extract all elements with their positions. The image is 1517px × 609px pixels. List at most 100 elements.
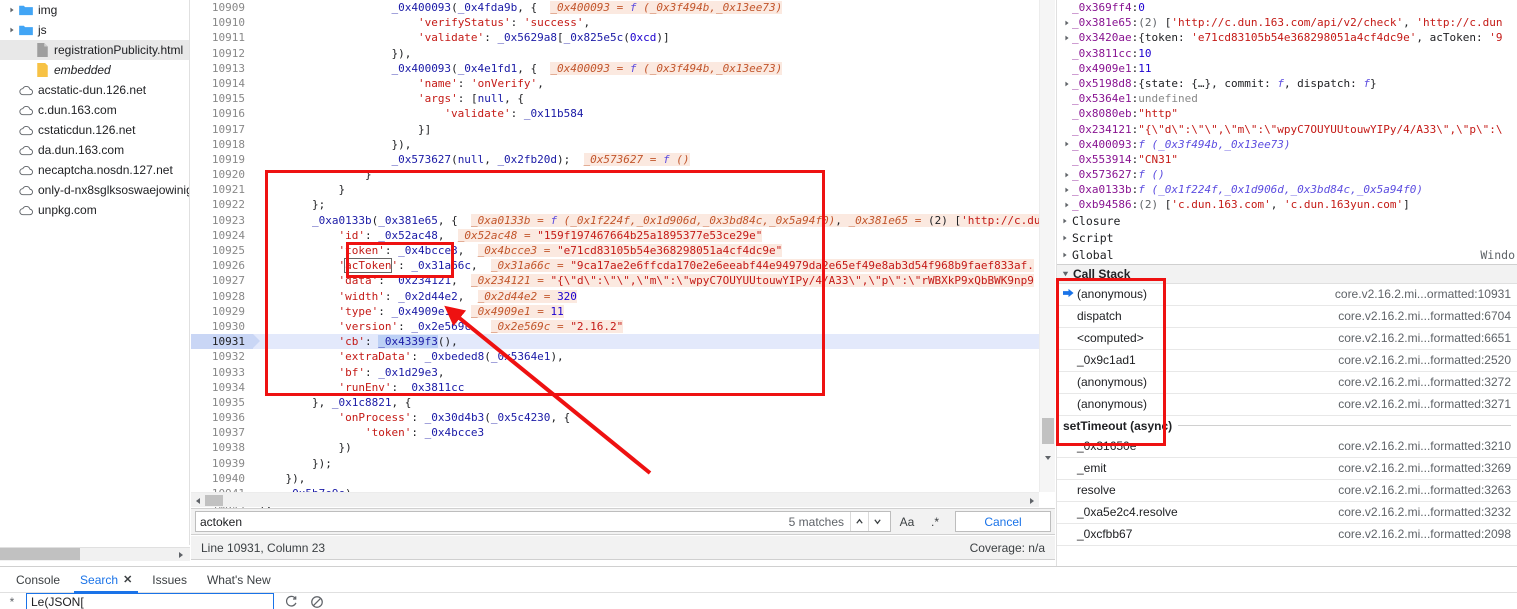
scope-variable-value[interactable]: f (_0x3f494b,_0x13ee73) <box>1138 137 1290 152</box>
code-line-text[interactable]: 'cb': _0x4339f3(), <box>253 334 1039 349</box>
file-tree-item[interactable]: c.dun.163.com <box>0 100 189 120</box>
code-line-text[interactable]: }); <box>253 456 1039 471</box>
find-cancel-button[interactable]: Cancel <box>955 511 1051 532</box>
code-line[interactable]: 10926 'acToken': _0x31a66c, _0x31a66c = … <box>191 258 1039 274</box>
code-line[interactable]: 10929 'type': _0x4909e1, _0x4909e1 = 11 <box>191 303 1039 319</box>
file-tree-item[interactable]: img <box>0 0 189 20</box>
source-code-editor[interactable]: 10909 _0x400093(_0x4fda9b, { _0x400093 =… <box>191 0 1039 508</box>
code-line[interactable]: 10936 'onProcess': _0x30d4b3(_0x5c4230, … <box>191 410 1039 426</box>
file-tree-item[interactable]: cstaticdun.126.net <box>0 120 189 140</box>
line-number[interactable]: 10927 <box>191 273 253 289</box>
code-line[interactable]: 10939 }); <box>191 455 1039 471</box>
scope-variable-value[interactable]: 10 <box>1138 46 1151 61</box>
editor-scroll-down-icon[interactable] <box>1043 452 1053 466</box>
code-line-text[interactable]: 'version': _0x2e569c, _0x2e569c = "2.16.… <box>253 319 1039 334</box>
chevron-right-icon[interactable] <box>6 26 18 34</box>
scope-variable-list[interactable]: _0x369ff4: 0 _0x381e65: (2) ['http://c.du… <box>1057 0 1517 213</box>
code-line-text[interactable]: } <box>253 167 1039 182</box>
scope-group-list[interactable]: Closure Script Global Windo <box>1057 213 1517 264</box>
code-line[interactable]: 10940 }), <box>191 470 1039 486</box>
scope-variable-row[interactable]: _0xb94586: (2) ['c.dun.163.com', 'c.dun.… <box>1057 197 1517 212</box>
line-number[interactable]: 10921 <box>191 182 253 198</box>
code-line-text[interactable]: }) <box>253 440 1039 455</box>
call-stack-frame[interactable]: resolve core.v2.16.2.mi...formatted:3263 <box>1057 480 1517 502</box>
scope-variable-row[interactable]: _0x381e65: (2) ['http://c.dun.163.com/ap… <box>1057 15 1517 30</box>
scope-variable-row[interactable]: _0x234121: "{\"d\":\"\",\"m\":\"wpyC7OUY… <box>1057 122 1517 137</box>
code-line-text[interactable]: 'data': 0x234121, _0x234121 = "{\"d\":\"… <box>253 273 1039 288</box>
drawer-tab[interactable]: Console <box>6 567 70 593</box>
line-number[interactable]: 10912 <box>191 45 253 61</box>
call-stack-frame[interactable]: _0x31650e core.v2.16.2.mi...formatted:321… <box>1057 436 1517 458</box>
call-stack-frame-location[interactable]: core.v2.16.2.mi...formatted:6704 <box>1338 309 1517 323</box>
chevron-right-icon[interactable] <box>1061 19 1072 27</box>
scope-group-row[interactable]: Script <box>1057 230 1517 247</box>
call-stack-frame[interactable]: _0xcfbb67 core.v2.16.2.mi...formatted:209… <box>1057 524 1517 546</box>
refresh-icon[interactable] <box>282 594 300 609</box>
line-number[interactable]: 10936 <box>191 410 253 426</box>
code-line-text[interactable]: }), <box>253 137 1039 152</box>
code-line-text[interactable]: 'validate': _0x5629a8[_0x825e5c(0xcd)] <box>253 30 1039 45</box>
scope-variable-value[interactable]: "http" <box>1138 106 1178 121</box>
find-input[interactable] <box>200 512 789 531</box>
find-match-case-button[interactable]: Aa <box>895 510 919 534</box>
scope-variable-value[interactable]: f () <box>1138 167 1165 182</box>
coverage-label[interactable]: Coverage: n/a <box>970 541 1045 555</box>
line-number[interactable]: 10932 <box>191 349 253 365</box>
chevron-right-icon[interactable] <box>1059 251 1070 259</box>
code-line[interactable]: 10931 'cb': _0x4339f3(), <box>191 334 1039 350</box>
scope-group-row[interactable]: Global Windo <box>1057 247 1517 264</box>
code-line[interactable]: 10914 'name': 'onVerify', <box>191 75 1039 92</box>
line-number[interactable]: 10917 <box>191 121 253 137</box>
line-number[interactable]: 10939 <box>191 455 253 471</box>
code-line[interactable]: 10938 }) <box>191 440 1039 456</box>
scope-variable-value[interactable]: "CN31" <box>1138 152 1178 167</box>
line-number[interactable]: 10938 <box>191 440 253 456</box>
code-line-text[interactable]: 'validate': _0x11b584 <box>253 106 1039 121</box>
call-stack-frame[interactable]: _emit core.v2.16.2.mi...formatted:3269 <box>1057 458 1517 480</box>
code-line-text[interactable]: 'type': _0x4909e1, _0x4909e1 = 11 <box>253 304 1039 319</box>
call-stack-frame[interactable]: _0x9c1ad1 core.v2.16.2.mi...formatted:252… <box>1057 350 1517 372</box>
code-line-text[interactable]: 'name': 'onVerify', <box>253 76 1039 91</box>
scope-variable-value[interactable]: 0 <box>1138 0 1145 15</box>
file-navigator-panel[interactable]: img js registrationPublicity.html embedded a… <box>0 0 190 545</box>
drawer-search-input[interactable] <box>26 592 274 609</box>
editor-vertical-scrollbar[interactable] <box>1039 0 1055 492</box>
call-stack-frame[interactable]: (anonymous) core.v2.16.2.mi...formatted:3… <box>1057 372 1517 394</box>
call-stack-frame-location[interactable]: core.v2.16.2.mi...formatted:3263 <box>1338 483 1517 497</box>
call-stack-frame[interactable]: (anonymous) core.v2.16.2.mi...ormatted:10… <box>1057 284 1517 306</box>
code-line[interactable]: 10920 } <box>191 167 1039 183</box>
code-line-text[interactable]: 'width': _0x2d44e2, _0x2d44e2 = 320 <box>253 289 1039 304</box>
file-navigator-hscrollbar-thumb[interactable] <box>0 548 80 560</box>
code-line[interactable]: 10910 'verifyStatus': 'success', <box>191 15 1039 31</box>
clear-icon[interactable] <box>308 594 326 609</box>
call-stack-frame[interactable]: (anonymous) core.v2.16.2.mi...formatted:3… <box>1057 394 1517 416</box>
scope-variable-row[interactable]: _0x5364e1: undefined <box>1057 91 1517 106</box>
code-line-text[interactable]: _0x400093(_0x4fda9b, { _0x400093 = f (_0… <box>253 0 1039 15</box>
line-number[interactable]: 10935 <box>191 394 253 411</box>
chevron-right-icon[interactable] <box>1061 34 1072 42</box>
file-tree-item[interactable]: acstatic-dun.126.net <box>0 80 189 100</box>
drawer-tab-bar[interactable]: Console Search ✕ Issues What's New <box>0 567 1517 593</box>
code-line-text[interactable]: 'verifyStatus': 'success', <box>253 15 1039 30</box>
line-number[interactable]: 10913 <box>191 60 253 76</box>
find-regex-button[interactable]: .* <box>923 510 947 534</box>
code-line[interactable]: 10913 _0x400093(_0x4e1fd1, { _0x400093 =… <box>191 60 1039 76</box>
file-tree-item[interactable]: unpkg.com <box>0 200 189 220</box>
file-tree-item[interactable]: embedded <box>0 60 189 80</box>
line-number[interactable]: 10937 <box>191 425 253 441</box>
file-tree-item[interactable]: only-d-nx8sglksoswaejowinigqt <box>0 180 189 200</box>
line-number[interactable]: 10916 <box>191 106 253 122</box>
scope-variable-value[interactable]: 11 <box>1138 61 1151 76</box>
scope-variable-row[interactable]: _0x4909e1: 11 <box>1057 61 1517 76</box>
line-number[interactable]: 10919 <box>191 151 253 168</box>
line-number[interactable]: 10910 <box>191 15 253 31</box>
call-stack-frame[interactable]: dispatch core.v2.16.2.mi...formatted:6704 <box>1057 306 1517 328</box>
call-stack-frame-location[interactable]: core.v2.16.2.mi...formatted:3269 <box>1338 461 1517 475</box>
line-number[interactable]: 10931 <box>191 334 260 350</box>
code-line[interactable]: 10924 'id': _0x52ac48, _0x52ac48 = "159f… <box>191 227 1039 243</box>
drawer-tab[interactable]: What's New <box>197 567 281 593</box>
editor-hscrollbar-thumb[interactable] <box>205 495 223 506</box>
line-number[interactable]: 10911 <box>191 30 253 46</box>
scope-variable-row[interactable]: _0x369ff4: 0 <box>1057 0 1517 15</box>
scope-variable-value[interactable]: "{\"d\":\"\",\"m\":\"wpyC7OUYUUtouwYIPy/… <box>1138 122 1502 137</box>
